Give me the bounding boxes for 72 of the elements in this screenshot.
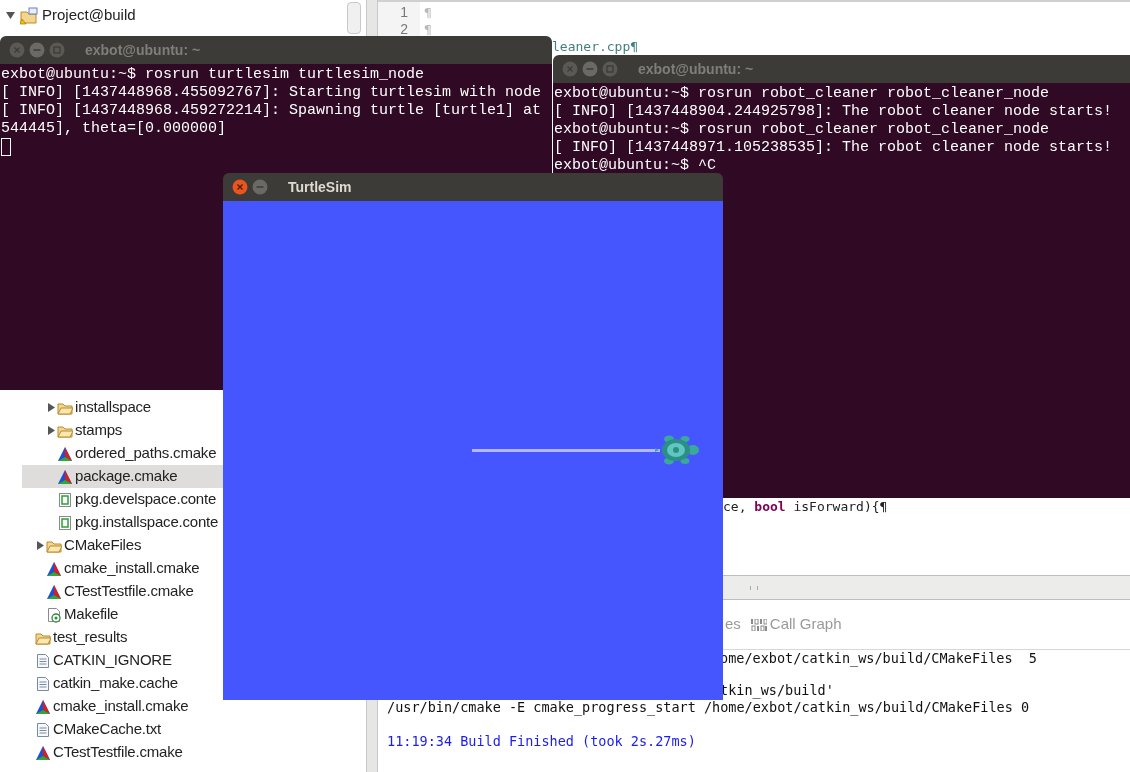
tree-item-label[interactable]: CMakeFiles bbox=[64, 534, 142, 557]
console-line: /usr/bin/cmake -E cmake_progress_start /home/exbot/catkin_ws/build/CMakeFiles 0 bbox=[387, 699, 1030, 716]
tree-item-label[interactable]: cmake_install.cmake bbox=[64, 557, 200, 580]
minimize-button[interactable] bbox=[582, 61, 598, 77]
triangle-icon bbox=[35, 698, 51, 715]
triangle-icon bbox=[57, 468, 73, 485]
tree-item-label[interactable]: installspace bbox=[75, 396, 151, 419]
maximize-button[interactable] bbox=[602, 61, 618, 77]
tree-item-label[interactable]: pkg.installspace.conte bbox=[75, 511, 219, 534]
triangle-icon bbox=[57, 445, 73, 462]
close-button[interactable] bbox=[9, 42, 25, 58]
terminal-line: exbot@ubuntu:~$ rosrun robot_cleaner robot_cleaner_node bbox=[554, 121, 1051, 139]
tree-item-label[interactable]: cmake_install.cmake bbox=[53, 695, 189, 718]
terminal-line: 544445], theta=[0.000000] bbox=[1, 120, 228, 138]
console-line: 11:19:34 Build Finished (took 2s.27ms) bbox=[387, 733, 696, 750]
turtle-icon bbox=[655, 433, 701, 467]
triangle-icon bbox=[46, 560, 62, 577]
console-line: tkin_ws/build' bbox=[720, 682, 834, 699]
file-icon bbox=[57, 491, 73, 508]
line-number: 2 bbox=[399, 21, 409, 38]
terminal-line: exbot@ubuntu:~$ rosrun robot_cleaner robot_cleaner_node bbox=[554, 85, 1051, 103]
triangle-icon bbox=[35, 744, 51, 761]
console-line: ome/exbot/catkin_ws/build/CMakeFiles 5 bbox=[720, 650, 1037, 667]
text-file-icon bbox=[35, 652, 51, 669]
minimize-button[interactable] bbox=[29, 42, 45, 58]
pilcrow-mark: ¶ bbox=[423, 4, 433, 21]
tree-item-label[interactable]: catkin_make.cache bbox=[53, 672, 178, 695]
text-file-icon bbox=[35, 721, 51, 738]
collapse-arrow-icon bbox=[5, 12, 15, 19]
project-label: Project@build bbox=[42, 5, 136, 26]
text-file-icon bbox=[35, 675, 51, 692]
expand-arrow-icon bbox=[47, 403, 55, 412]
binary-icon bbox=[750, 618, 767, 631]
expand-arrow-icon bbox=[36, 541, 44, 550]
terminal-line: [ INFO] [1437448968.455092767]: Starting turtlesim with node bbox=[1, 84, 543, 102]
tree-item[interactable]: Project@build bbox=[0, 4, 366, 27]
window-title: exbot@ubuntu: ~ bbox=[638, 59, 754, 79]
terminal-line: exbot@ubuntu:~$ ^C bbox=[554, 157, 718, 175]
tree-item-label[interactable]: stamps bbox=[75, 419, 123, 442]
tree-item-label[interactable]: ordered_paths.cmake bbox=[75, 442, 217, 465]
title-bar[interactable]: TurtleSim bbox=[223, 173, 723, 201]
terminal-line: [ INFO] [1437448968.459272214]: Spawning turtle [turtle1] at bbox=[1, 102, 543, 120]
tree-item-label[interactable]: pkg.develspace.conte bbox=[75, 488, 217, 511]
terminal-line: [ INFO] [1437448904.244925798]: The robot cleaner node starts! bbox=[554, 103, 1114, 121]
tree-item[interactable]: package.cmake bbox=[22, 465, 223, 488]
code-line: leaner.cpp¶ bbox=[552, 38, 639, 55]
tree-item-label[interactable]: CATKIN_IGNORE bbox=[53, 649, 172, 672]
minimize-button[interactable] bbox=[252, 179, 268, 195]
sash-handle[interactable] bbox=[750, 585, 758, 590]
window-title: exbot@ubuntu: ~ bbox=[85, 40, 201, 60]
terminal-line: exbot@ubuntu:~$ rosrun turtlesim turtlesim_node bbox=[1, 66, 426, 84]
tree-item-label[interactable]: Makefile bbox=[64, 603, 119, 626]
project-icon bbox=[20, 6, 38, 25]
tree-item-label[interactable]: CTestTestfile.cmake bbox=[64, 580, 194, 603]
pilcrow-mark: ¶ bbox=[423, 21, 433, 38]
expand-arrow-icon bbox=[47, 426, 55, 435]
tree-item-label[interactable]: CMakeCache.txt bbox=[53, 718, 162, 741]
tree-item-label[interactable]: CTestTestfile.cmake bbox=[53, 741, 183, 764]
window-title: TurtleSim bbox=[288, 177, 352, 197]
scrollbar[interactable] bbox=[347, 2, 361, 34]
code-line: ce, bool isForward){¶ bbox=[723, 498, 888, 515]
makefile-icon bbox=[46, 606, 62, 623]
triangle-icon bbox=[46, 583, 62, 600]
close-button[interactable] bbox=[562, 61, 578, 77]
close-button[interactable] bbox=[232, 179, 248, 195]
pane-sash[interactable] bbox=[366, 0, 378, 36]
tree-item-label[interactable]: test_results bbox=[53, 626, 128, 649]
pane-sash[interactable] bbox=[366, 700, 378, 772]
file-icon bbox=[57, 514, 73, 531]
line-number: 1 bbox=[399, 4, 409, 21]
maximize-button[interactable] bbox=[49, 42, 65, 58]
terminal-line: [ INFO] [1437448971.105238535]: The robot cleaner node starts! bbox=[554, 139, 1114, 157]
